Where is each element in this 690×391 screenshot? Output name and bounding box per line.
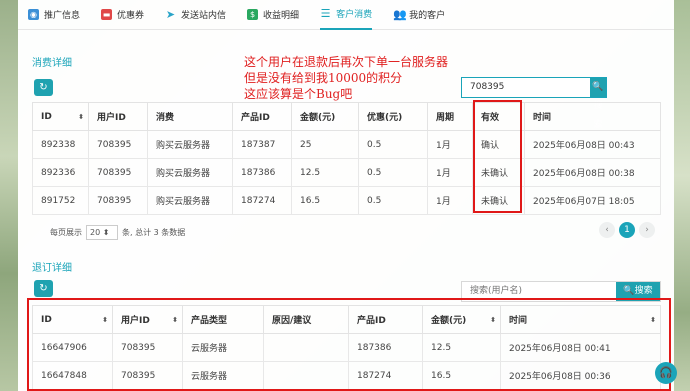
tab-bar: ◉ 推广信息 ▬ 优惠券 ➤ 发送站内信 $ 收益明细 ☰ 客户消费 👥 我的客…	[18, 0, 674, 30]
money-icon: $	[247, 9, 259, 20]
search-icon: 🔍	[623, 286, 635, 296]
col-header-user-id[interactable]: 用户ID	[88, 102, 148, 131]
refund-title: 退订详细	[32, 263, 72, 274]
cell-amount: 16.5	[291, 186, 359, 215]
users-icon: 👥	[393, 8, 407, 21]
user-icon: ◉	[28, 9, 39, 20]
cell-period: 1月	[427, 130, 473, 159]
cell-time: 2025年06月07日 18:05	[524, 186, 661, 215]
col-header-consumption[interactable]: 消费	[147, 102, 233, 131]
refresh-icon: ↻	[39, 82, 48, 93]
cell-product-id: 187387	[232, 130, 292, 159]
col-header-discount[interactable]: 优惠(元)	[358, 102, 428, 131]
cell-amount: 12.5	[291, 158, 359, 187]
annotation-highlight-refund-table	[27, 298, 671, 391]
consumption-search-button[interactable]: 🔍搜索	[590, 78, 606, 130]
cell-period: 1月	[427, 158, 473, 187]
main-panel: ◉ 推广信息 ▬ 优惠券 ➤ 发送站内信 $ 收益明细 ☰ 客户消费 👥 我的客…	[18, 0, 677, 391]
tab-label: 客户消费	[336, 10, 373, 20]
chevron-left-icon: ‹	[605, 225, 609, 235]
cell-discount: 0.5	[358, 158, 428, 187]
next-page-button[interactable]: ›	[639, 222, 655, 238]
refresh-icon: ↻	[39, 283, 48, 294]
tab-promotion-info[interactable]: ◉ 推广信息	[28, 0, 80, 30]
cell-user-id: 708395	[88, 130, 148, 159]
tab-label: 发送站内信	[181, 11, 227, 21]
page-button-current[interactable]: 1	[619, 222, 635, 238]
sort-icon: ⬍	[78, 112, 84, 121]
tab-send-message[interactable]: ➤ 发送站内信	[165, 0, 226, 30]
tab-label: 推广信息	[44, 11, 81, 21]
search-icon: 🔍	[592, 82, 604, 92]
cell-id: 892338	[32, 130, 89, 159]
col-header-time[interactable]: 时间	[524, 102, 661, 131]
col-header-amount[interactable]: 金额(元)	[291, 102, 359, 131]
prev-page-button[interactable]: ‹	[599, 222, 615, 238]
consumption-search: 🔍搜索	[461, 77, 607, 130]
cell-discount: 0.5	[358, 186, 428, 215]
chevron-right-icon: ›	[645, 225, 649, 235]
table-row: 892338 708395 购买云服务器 187387 25 0.5 1月 确认…	[32, 130, 661, 159]
cell-user-id: 708395	[88, 158, 148, 187]
cell-user-id: 708395	[88, 186, 148, 215]
annotation-text: 这个用户在退款后再次下单一台服务器 但是没有给到我10000的积分 这应该算是个…	[244, 55, 449, 101]
cell-id: 891752	[32, 186, 89, 215]
cell-amount: 25	[291, 130, 359, 159]
send-icon: ➤	[165, 8, 176, 21]
tab-label: 收益明细	[263, 11, 300, 21]
tab-earnings[interactable]: $ 收益明细	[247, 0, 299, 30]
table-header-row: ID ⬍ 用户ID 消费 产品ID 金额(元) 优惠(元) 周期 有效 时间	[32, 102, 661, 131]
tab-label: 我的客户	[409, 11, 446, 21]
cell-consumption: 购买云服务器	[147, 186, 233, 215]
tab-customer-consumption[interactable]: ☰ 客户消费	[320, 0, 373, 30]
tab-coupons[interactable]: ▬ 优惠券	[101, 0, 144, 30]
pager-info: 每页展示 20 ⬍ 条, 总计 3 条数据	[50, 225, 185, 240]
consumption-table: ID ⬍ 用户ID 消费 产品ID 金额(元) 优惠(元) 周期 有效 时间 89…	[32, 102, 661, 215]
col-header-product-id[interactable]: 产品ID	[232, 102, 292, 131]
cell-discount: 0.5	[358, 130, 428, 159]
page-size-select[interactable]: 20 ⬍	[86, 225, 118, 240]
annotation-highlight-valid-column	[473, 100, 522, 213]
cell-product-id: 187386	[232, 158, 292, 187]
table-row: 892336 708395 购买云服务器 187386 12.5 0.5 1月 …	[32, 158, 661, 187]
background-artwork-right	[674, 0, 690, 391]
refresh-button[interactable]: ↻	[34, 79, 53, 96]
consumption-search-input[interactable]	[462, 78, 590, 97]
cell-time: 2025年06月08日 00:38	[524, 158, 661, 187]
tab-my-customers[interactable]: 👥 我的客户	[393, 0, 445, 30]
headset-icon: 🎧	[659, 366, 673, 379]
customer-service-button[interactable]: 🎧	[655, 362, 677, 384]
col-header-period[interactable]: 周期	[427, 102, 473, 131]
list-icon: ☰	[320, 7, 331, 20]
cell-consumption: 购买云服务器	[147, 158, 233, 187]
consumption-title: 消费详细	[32, 58, 72, 69]
tab-label: 优惠券	[117, 11, 145, 21]
col-header-id[interactable]: ID ⬍	[32, 102, 89, 131]
cell-consumption: 购买云服务器	[147, 130, 233, 159]
cell-id: 892336	[32, 158, 89, 187]
cell-period: 1月	[427, 186, 473, 215]
coupon-icon: ▬	[101, 9, 113, 20]
table-row: 891752 708395 购买云服务器 187274 16.5 0.5 1月 …	[32, 186, 661, 215]
background-artwork-left	[0, 0, 18, 391]
cell-product-id: 187274	[232, 186, 292, 215]
refund-refresh-button[interactable]: ↻	[34, 280, 53, 297]
cell-time: 2025年06月08日 00:43	[524, 130, 661, 159]
